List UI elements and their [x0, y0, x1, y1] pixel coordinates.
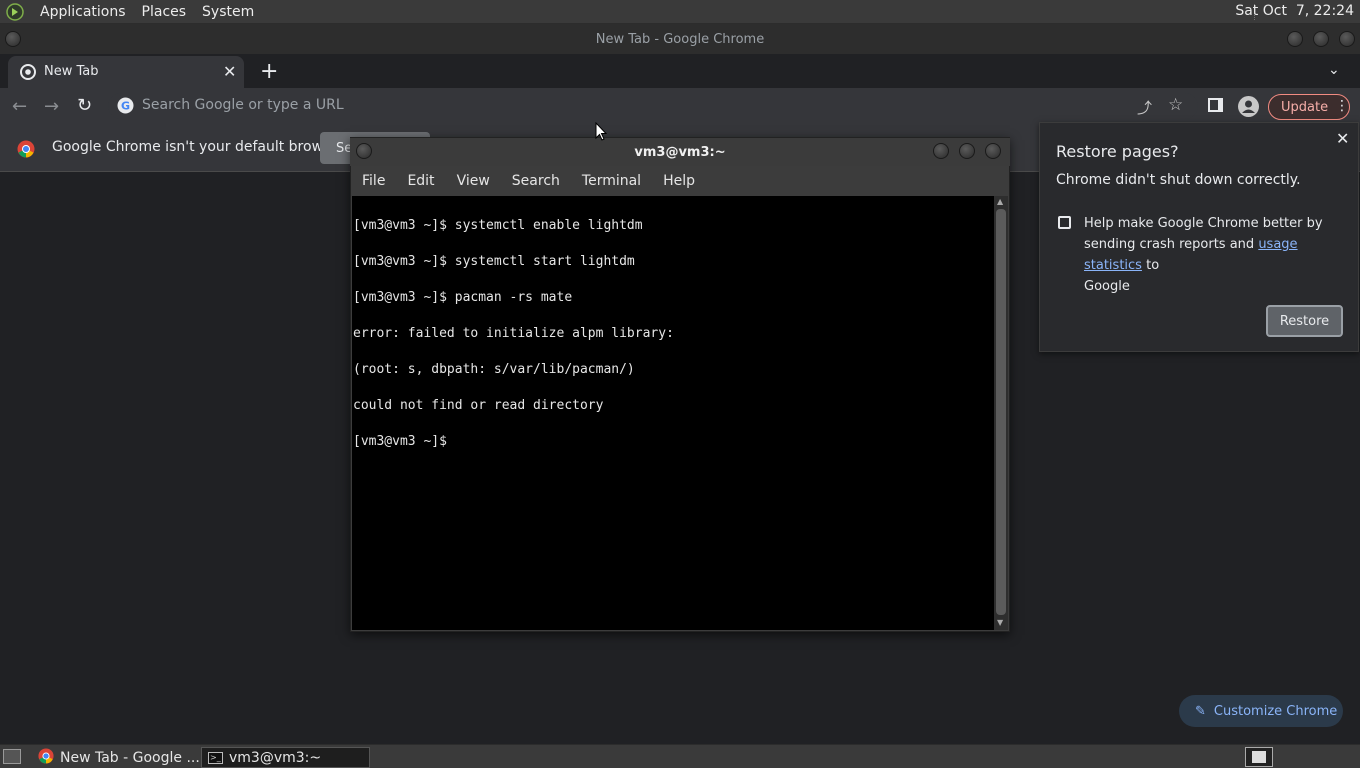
terminal-line: error: failed to initialize alpm library… — [353, 326, 674, 341]
applications-menu[interactable]: Applications — [32, 4, 134, 20]
omnibox-placeholder: Search Google or type a URL — [142, 97, 344, 113]
chrome-window-title: New Tab - Google Chrome — [595, 31, 765, 47]
update-button[interactable]: Update ⋮ — [1268, 94, 1350, 120]
terminal-prompt-line: [vm3@vm3 ~]$ — [353, 434, 455, 449]
crash-report-checkbox[interactable] — [1058, 216, 1071, 229]
side-panel-icon[interactable] — [1208, 98, 1223, 112]
distro-logo-icon[interactable] — [4, 1, 26, 23]
share-icon[interactable]: ⤴ — [1137, 97, 1152, 118]
customize-chrome-label: Customize Chrome — [1213, 703, 1338, 719]
window-menu-icon[interactable] — [5, 31, 21, 47]
close-tab-icon[interactable]: ✕ — [223, 62, 236, 81]
terminal-menu-help[interactable]: Help — [652, 173, 706, 189]
omnibox[interactable]: G Search Google or type a URL — [108, 93, 1198, 119]
tab-new-tab[interactable]: New Tab ✕ — [8, 56, 244, 88]
terminal-output[interactable]: [vm3@vm3 ~]$ systemctl enable lightdm [v… — [352, 196, 994, 630]
new-tab-button[interactable]: + — [260, 59, 278, 84]
tab-search-chevron-icon[interactable]: ⌄ — [1328, 62, 1340, 78]
crash-report-line-3: Google — [1084, 279, 1130, 294]
customize-chrome-button[interactable]: ✎ Customize Chrome — [1179, 695, 1343, 727]
chrome-logo-icon — [17, 140, 35, 162]
terminal-window-menu-icon[interactable] — [356, 143, 372, 159]
scroll-down-arrow-icon[interactable]: ▼ — [997, 618, 1003, 627]
chrome-titlebar: New Tab - Google Chrome — [0, 24, 1360, 54]
workspace-1-icon — [1252, 751, 1266, 763]
taskbar-item-terminal[interactable]: >_ vm3@vm3:~ — [201, 747, 370, 768]
crash-report-line-1: Help make Google Chrome better by — [1084, 216, 1323, 231]
crash-report-text: Help make Google Chrome better by sendin… — [1084, 213, 1354, 297]
bottom-taskbar: New Tab - Google ... >_ vm3@vm3:~ — [0, 744, 1360, 768]
terminal-menu-edit[interactable]: Edit — [396, 173, 445, 189]
crash-report-line-2-text: sending crash reports and — [1084, 237, 1255, 252]
taskbar-chrome-label: New Tab - Google ... — [60, 749, 200, 766]
back-arrow-icon[interactable]: ← — [12, 96, 27, 117]
scroll-up-arrow-icon[interactable]: ▲ — [997, 197, 1003, 206]
infobar-message: Google Chrome isn't your default browser — [52, 139, 345, 155]
chrome-tab-favicon-icon — [20, 64, 36, 84]
google-g-icon: G — [117, 97, 134, 118]
terminal-menu-search[interactable]: Search — [501, 173, 571, 189]
terminal-maximize-button[interactable] — [959, 143, 975, 159]
tab-title: New Tab — [44, 64, 99, 79]
crash-report-line-2-end: to — [1146, 258, 1160, 273]
workspace-switcher[interactable] — [1245, 747, 1273, 767]
terminal-titlebar[interactable]: vm3@vm3:~ — [350, 138, 1010, 166]
close-popup-icon[interactable]: ✕ — [1336, 129, 1349, 148]
close-window-button[interactable] — [1339, 31, 1355, 47]
terminal-line: could not find or read directory — [353, 398, 604, 413]
system-menu[interactable]: System — [194, 4, 262, 20]
restore-popup-message: Chrome didn't shut down correctly. — [1056, 172, 1301, 188]
terminal-menu-view[interactable]: View — [446, 173, 501, 189]
restore-label: Restore — [1279, 313, 1330, 329]
terminal-taskbar-icon: >_ — [208, 751, 223, 764]
show-desktop-icon[interactable] — [3, 749, 21, 764]
restore-button[interactable]: Restore — [1266, 305, 1343, 337]
bookmark-star-icon[interactable]: ☆ — [1168, 95, 1183, 115]
terminal-line: [vm3@vm3 ~]$ systemctl start lightdm — [353, 254, 635, 269]
places-menu[interactable]: Places — [134, 4, 195, 20]
crash-report-line-2: sending crash reports and usage statisti… — [1084, 234, 1354, 276]
taskbar-terminal-label: vm3@vm3:~ — [229, 749, 322, 766]
kebab-menu-icon[interactable]: ⋮ — [1335, 98, 1349, 114]
terminal-line: [vm3@vm3 ~]$ pacman -rs mate — [353, 290, 573, 305]
chrome-taskbar-icon — [38, 747, 54, 768]
clock[interactable]: Sat Oct 7, 22:24 — [1235, 3, 1354, 19]
restore-popup-title: Restore pages? — [1056, 142, 1179, 161]
maximize-button[interactable] — [1313, 31, 1329, 47]
terminal-line: [vm3@vm3 ~]$ systemctl enable lightdm — [353, 218, 643, 233]
svg-text:G: G — [121, 100, 130, 113]
terminal-menubar: File Edit View Search Terminal Help — [351, 167, 1009, 195]
update-label: Update — [1281, 99, 1329, 115]
reload-icon[interactable]: ↻ — [77, 95, 92, 116]
terminal-minimize-button[interactable] — [933, 143, 949, 159]
terminal-line: (root: s, dbpath: s/var/lib/pacman/) — [353, 362, 635, 377]
minimize-button[interactable] — [1287, 31, 1303, 47]
profile-avatar-icon[interactable] — [1238, 96, 1259, 117]
terminal-menu-terminal[interactable]: Terminal — [571, 173, 652, 189]
terminal-scrollbar-thumb[interactable] — [996, 209, 1006, 615]
terminal-menu-file[interactable]: File — [351, 173, 396, 189]
terminal-title: vm3@vm3:~ — [634, 144, 726, 160]
taskbar-item-chrome[interactable]: New Tab - Google ... — [32, 747, 200, 768]
terminal-close-button[interactable] — [985, 143, 1001, 159]
forward-arrow-icon[interactable]: → — [44, 96, 59, 117]
pencil-icon: ✎ — [1195, 703, 1206, 719]
mouse-cursor-icon — [595, 121, 608, 146]
top-panel: Applications Places System Sat Oct 7, 22… — [0, 0, 1360, 24]
